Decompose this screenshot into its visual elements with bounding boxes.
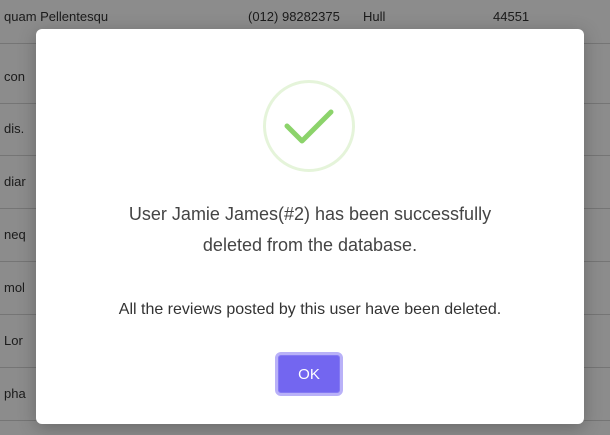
- dialog-message: User Jamie James(#2) has been successful…: [36, 199, 584, 261]
- dialog-submessage: All the reviews posted by this user have…: [118, 301, 502, 318]
- check-circle-icon: [263, 80, 355, 172]
- dialog-message-line1: User Jamie James(#2) has been successful…: [128, 204, 492, 224]
- dialog-message-line2: deleted from the database.: [202, 235, 418, 255]
- success-dialog: User Jamie James(#2) has been successful…: [36, 29, 584, 424]
- checkmark-icon: [284, 109, 334, 144]
- ok-button[interactable]: OK: [275, 352, 343, 396]
